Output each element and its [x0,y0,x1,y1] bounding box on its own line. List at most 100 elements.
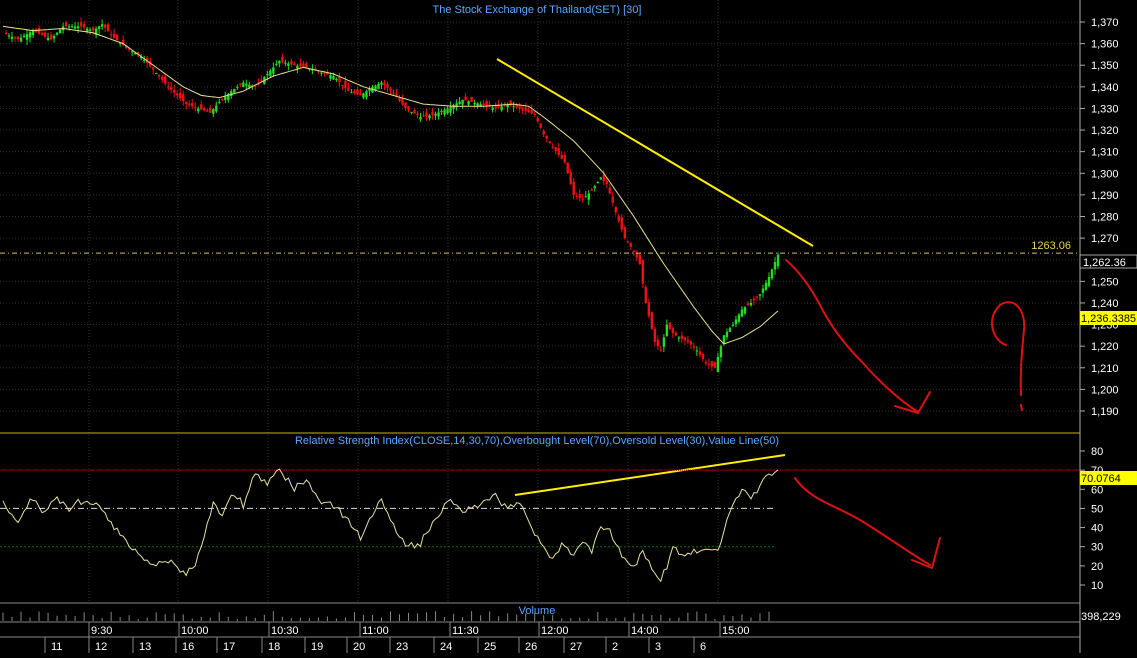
candle-body [725,331,729,338]
candle-body [713,362,717,368]
last-price-tag-label: 1,262.36 [1083,257,1126,269]
date-tick-label: 23 [396,641,408,653]
candle-body [443,109,446,115]
candle-body [413,109,416,114]
time-tick-label: 10:00 [181,625,209,637]
candle-body [260,79,263,81]
candle-body [677,337,681,339]
time-tick-label: 9:30 [91,625,112,637]
candle-body [563,155,566,163]
candle-body [383,82,386,86]
candle-body [473,102,476,105]
candle-body [245,83,248,86]
candle-body [650,312,654,329]
price-tick-label: 1,290 [1091,190,1119,202]
candle-body [614,207,617,213]
candle-body [10,36,14,40]
candle-body [572,181,575,195]
candle-body [82,24,86,28]
price-tick-label: 1,370 [1091,17,1119,29]
candle-body [320,72,323,74]
chart-canvas[interactable]: The Stock Exchange of Thailand(SET) [30]… [0,0,1137,653]
candle-body [173,90,176,93]
candle-body [275,64,278,66]
date-tick-label: 24 [440,641,452,653]
time-tick-label: 14:00 [631,625,659,637]
candle-body [386,83,389,88]
candle-body [91,27,95,31]
candle-body [422,115,425,117]
candle-body [191,103,194,107]
candle-body [611,196,614,203]
candle-body [73,26,77,29]
candle-body [40,33,44,35]
candle-body [689,341,693,345]
price-tick-label: 1,210 [1091,363,1119,375]
candle-body [365,91,368,98]
price-tick-label: 1,280 [1091,212,1119,224]
candle-body [752,298,756,301]
price-tick-label: 1,190 [1091,406,1119,418]
price-tick-label: 1,340 [1091,82,1119,94]
candle-body [599,177,602,180]
candle-body [22,35,26,38]
candle-body [602,174,605,181]
candle-body [79,22,83,27]
candle-body [659,349,663,351]
candle-body [266,73,269,76]
candle-body [755,296,759,298]
candle-body [142,59,146,61]
candle-body [85,28,89,32]
volume-value-label: 398,229 [1081,611,1121,623]
candle-body [100,24,104,27]
candle-body [299,63,302,67]
candle-body [109,34,113,36]
candle-body [701,353,705,360]
time-tick-label: 15:00 [722,625,750,637]
candle-body [578,194,581,198]
candle-body [767,277,771,287]
candle-body [377,83,380,89]
date-tick-label: 12 [95,641,107,653]
candle-body [344,80,347,89]
candle-body [305,63,308,68]
candle-body [434,113,437,116]
time-tick-label: 11:30 [452,625,479,637]
candle-body [749,302,753,306]
candle-body [692,346,696,348]
candle-body [206,110,209,112]
candle-body [644,287,648,303]
candle-body [539,123,542,128]
price-panel-title: The Stock Exchange of Thailand(SET) [30] [433,4,642,16]
candle-body [674,332,678,336]
candle-body [665,324,669,336]
candle-body [209,107,212,113]
candle-body [734,319,738,325]
candle-body [608,187,611,194]
time-tick-label: 12:00 [541,625,569,637]
candle-body [200,104,203,110]
date-tick-label: 16 [182,641,194,653]
candle-body [380,82,383,85]
candle-body [680,335,684,339]
candle-body [7,35,11,37]
candle-body [203,107,206,111]
candle-body [683,337,687,341]
candle-body [710,361,714,367]
candle-body [115,34,119,41]
candle-body [197,108,200,112]
stock-chart-window: The Stock Exchange of Thailand(SET) [30]… [0,0,1137,653]
candle-body [55,32,59,35]
candle-body [151,67,155,70]
candle-body [103,24,107,28]
candle-body [281,56,284,62]
candle-body [287,63,290,66]
time-tick-label: 10:30 [271,625,299,637]
candle-body [554,147,557,152]
date-tick-label: 17 [223,641,235,653]
candle-body [194,106,197,108]
candle-body [28,32,32,38]
candle-body [52,36,56,39]
candle-body [569,172,572,185]
candle-body [185,101,188,105]
